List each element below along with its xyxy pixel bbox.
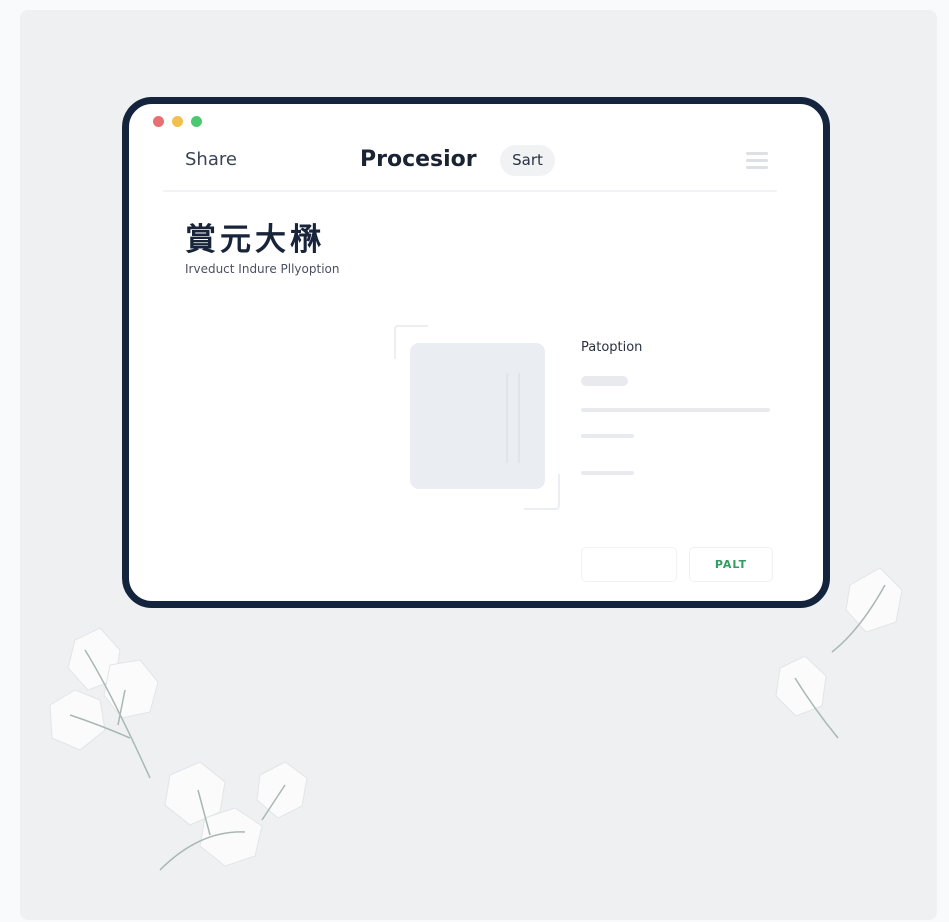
page-subtitle: Irveduct Indure Pllyoption: [185, 262, 340, 276]
skeleton-line: [581, 471, 634, 475]
secondary-button[interactable]: [581, 547, 677, 582]
skeleton-line: [581, 408, 770, 412]
app-title: Procesior: [360, 147, 477, 172]
app-header: Share Procesior Sart: [163, 140, 777, 192]
sart-button[interactable]: Sart: [500, 145, 555, 176]
image-frame-corner-icon: [524, 474, 560, 510]
skeleton-line: [581, 434, 634, 438]
share-link[interactable]: Share: [185, 149, 237, 170]
skeleton-line: [581, 376, 628, 386]
maximize-dot-icon[interactable]: [191, 116, 202, 127]
page-headline: 賞元大㮊: [185, 222, 325, 258]
hamburger-menu-icon[interactable]: [746, 152, 768, 170]
palt-button[interactable]: PALT: [689, 547, 773, 582]
minimize-dot-icon[interactable]: [172, 116, 183, 127]
window-controls: [153, 116, 202, 127]
tablet-window: Share Procesior Sart 賞元大㮊 Irveduct Indur…: [122, 97, 830, 608]
close-dot-icon[interactable]: [153, 116, 164, 127]
panel-label: Patoption: [581, 340, 643, 355]
image-placeholder-icon: [410, 343, 545, 489]
